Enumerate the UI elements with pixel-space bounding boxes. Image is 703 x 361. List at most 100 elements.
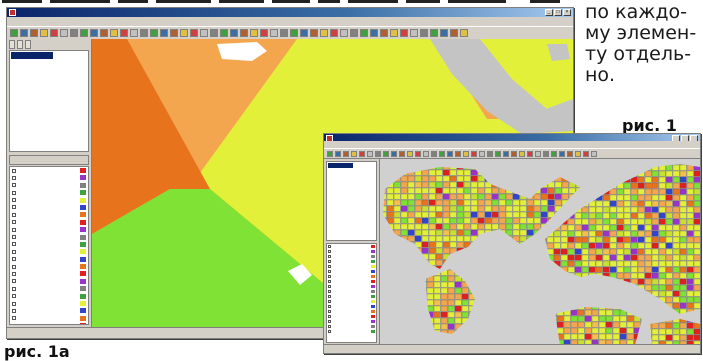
toolbar-button[interactable] — [543, 150, 549, 157]
toolbar-button[interactable] — [170, 29, 178, 37]
layer-checkbox[interactable] — [12, 271, 16, 276]
toolbar-button[interactable] — [140, 29, 148, 37]
layer-checkbox[interactable] — [328, 275, 331, 278]
layer-checkbox[interactable] — [12, 301, 16, 306]
layer-checkbox[interactable] — [12, 220, 16, 225]
layer-list[interactable] — [326, 243, 377, 343]
layer-checkbox[interactable] — [328, 290, 331, 293]
toolbar-button[interactable] — [463, 150, 469, 157]
layer-row[interactable] — [327, 329, 376, 334]
toolbar-button[interactable] — [503, 150, 509, 157]
layer-checkbox[interactable] — [12, 168, 16, 173]
layer-checkbox[interactable] — [328, 320, 331, 323]
panel-tab[interactable] — [25, 40, 31, 49]
layer-checkbox[interactable] — [12, 183, 16, 188]
panel-tab[interactable] — [9, 40, 15, 49]
toolbar-button[interactable] — [110, 29, 118, 37]
toolbar-button[interactable] — [220, 29, 228, 37]
toolbar-button[interactable] — [455, 150, 461, 157]
toolbar-button[interactable] — [210, 29, 218, 37]
panel-tab[interactable] — [17, 40, 23, 49]
toolbar-button[interactable] — [290, 29, 298, 37]
minimize-button[interactable] — [672, 135, 680, 141]
toolbar-button[interactable] — [327, 150, 333, 157]
toolbar-button[interactable] — [70, 29, 78, 37]
toolbar-button[interactable] — [440, 29, 448, 37]
toolbar-button[interactable] — [240, 29, 248, 37]
toolbar-button[interactable] — [280, 29, 288, 37]
toolbar-button[interactable] — [447, 150, 453, 157]
toolbar-button[interactable] — [487, 150, 493, 157]
toolbar-button[interactable] — [400, 29, 408, 37]
layer-checkbox[interactable] — [12, 198, 16, 203]
layer-checkbox[interactable] — [12, 212, 16, 217]
toolbar-button[interactable] — [330, 29, 338, 37]
toolbar-button[interactable] — [260, 29, 268, 37]
layer-checkbox[interactable] — [328, 270, 331, 273]
layer-checkbox[interactable] — [328, 285, 331, 288]
layer-checkbox[interactable] — [328, 310, 331, 313]
toolbar-button[interactable] — [150, 29, 158, 37]
layer-row[interactable] — [10, 285, 88, 292]
toolbar-button[interactable] — [40, 29, 48, 37]
layer-row[interactable] — [10, 300, 88, 307]
toolbar-button[interactable] — [519, 150, 525, 157]
toolbar-button[interactable] — [351, 150, 357, 157]
toolbar-button[interactable] — [410, 29, 418, 37]
layer-checkbox[interactable] — [12, 264, 16, 269]
layer-checkbox[interactable] — [12, 242, 16, 247]
layer-checkbox[interactable] — [12, 308, 16, 313]
layer-checkbox[interactable] — [328, 250, 331, 253]
toolbar-button[interactable] — [471, 150, 477, 157]
layer-row[interactable] — [10, 256, 88, 263]
toolbar-button[interactable] — [407, 150, 413, 157]
toolbar-button[interactable] — [360, 29, 368, 37]
toolbar-button[interactable] — [359, 150, 365, 157]
toolbar-button[interactable] — [575, 150, 581, 157]
layer-row[interactable] — [10, 293, 88, 300]
toolbar-button[interactable] — [30, 29, 38, 37]
toolbar-button[interactable] — [120, 29, 128, 37]
toolbar-button[interactable] — [567, 150, 573, 157]
layer-row[interactable] — [10, 219, 88, 226]
layer-checkbox[interactable] — [12, 286, 16, 291]
layer-checkbox[interactable] — [12, 294, 16, 299]
toolbar-button[interactable] — [535, 150, 541, 157]
layer-checkbox[interactable] — [12, 190, 16, 195]
toolbar-button[interactable] — [559, 150, 565, 157]
toolbar-button[interactable] — [230, 29, 238, 37]
toolbar-button[interactable] — [479, 150, 485, 157]
layer-checkbox[interactable] — [328, 305, 331, 308]
toolbar-button[interactable] — [415, 150, 421, 157]
selected-list-item[interactable] — [328, 163, 353, 168]
layer-checkbox[interactable] — [12, 227, 16, 232]
toolbar-button[interactable] — [180, 29, 188, 37]
toolbar-button[interactable] — [420, 29, 428, 37]
toolbar-button[interactable] — [370, 29, 378, 37]
close-button[interactable] — [690, 135, 698, 141]
toolbar-button[interactable] — [439, 150, 445, 157]
layer-checkbox[interactable] — [328, 245, 331, 248]
map-canvas[interactable] — [380, 159, 700, 345]
layer-row[interactable] — [10, 248, 88, 255]
toolbar-button[interactable] — [340, 29, 348, 37]
toolbar-button[interactable] — [390, 29, 398, 37]
maximize-button[interactable] — [681, 135, 689, 141]
toolbar-button[interactable] — [10, 29, 18, 37]
maximize-button[interactable]: □ — [554, 9, 562, 16]
toolbar-button[interactable] — [343, 150, 349, 157]
toolbar-button[interactable] — [495, 150, 501, 157]
toolbar-button[interactable] — [60, 29, 68, 37]
layer-row[interactable] — [10, 241, 88, 248]
toolbar-button[interactable] — [50, 29, 58, 37]
toolbar-button[interactable] — [460, 29, 468, 37]
layer-row[interactable] — [10, 322, 88, 324]
layer-checkbox[interactable] — [328, 295, 331, 298]
toolbar-button[interactable] — [100, 29, 108, 37]
toolbar-button[interactable] — [511, 150, 517, 157]
toolbar-button[interactable] — [375, 150, 381, 157]
toolbar-button[interactable] — [250, 29, 258, 37]
layer-row[interactable] — [10, 211, 88, 218]
toolbar-button[interactable] — [423, 150, 429, 157]
object-list[interactable] — [9, 50, 89, 152]
